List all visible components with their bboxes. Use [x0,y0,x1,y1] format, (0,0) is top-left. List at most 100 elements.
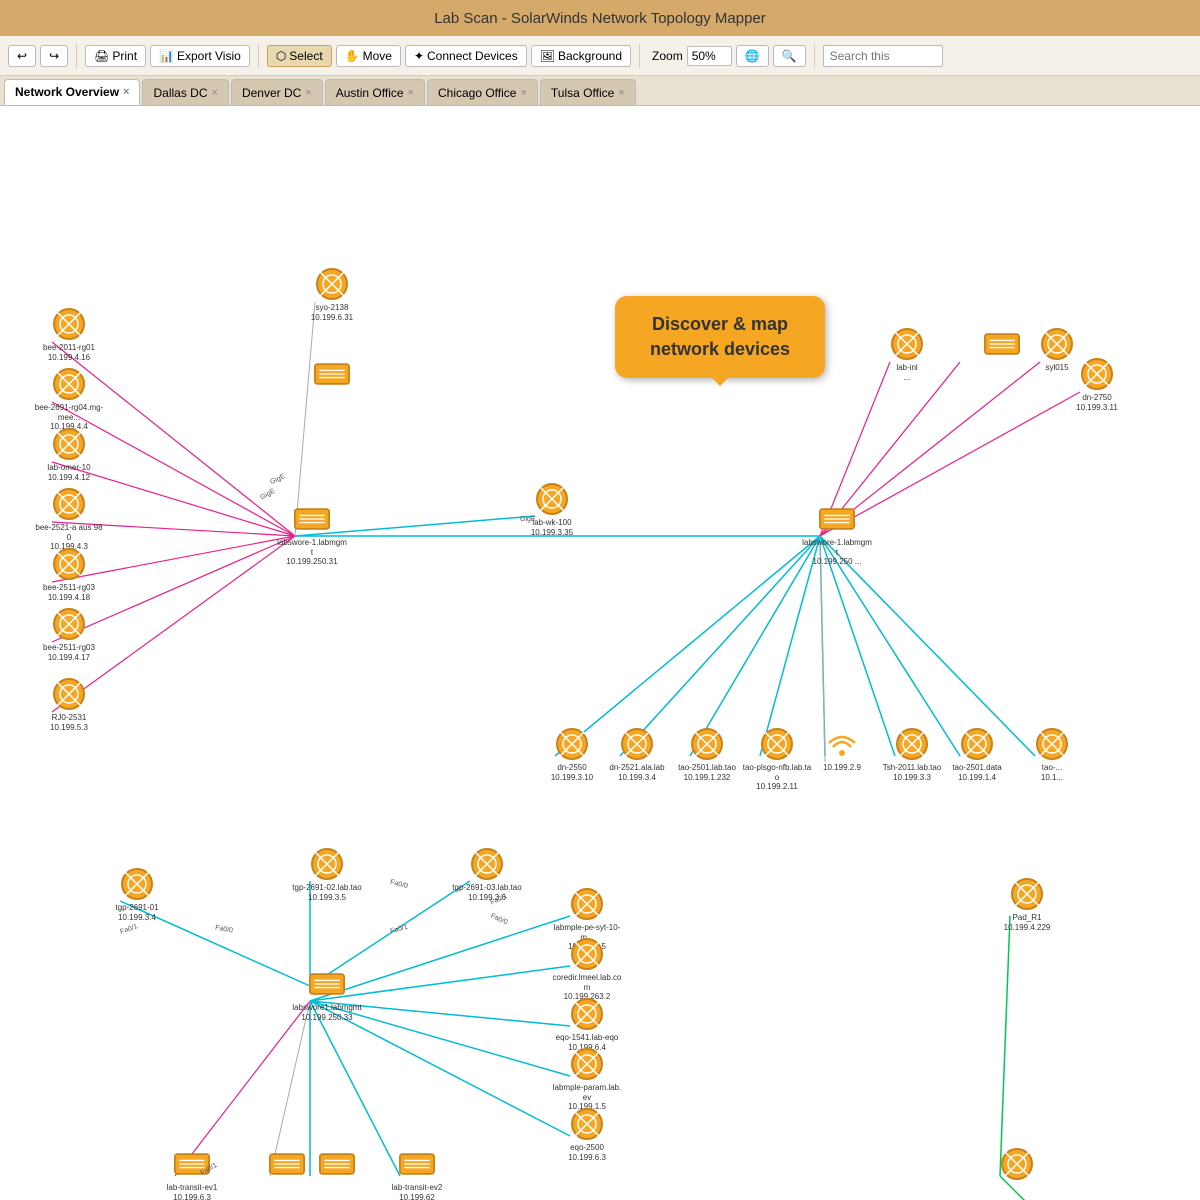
node-n15[interactable]: 10.199.2.9 [807,726,877,773]
node-lb5[interactable]: eqo-250010.199.6.3 [552,1106,622,1162]
node-n11[interactable]: dn-255010.199.3.10 [537,726,607,782]
tab-tulsa-office[interactable]: Tulsa Office × [540,79,636,105]
connect-button[interactable]: ✦ Connect Devices [405,45,527,67]
redo-icon: ↪ [49,49,59,63]
move-label: Move [363,49,392,63]
node-n8[interactable]: syo-213810.199.6.31 [297,266,367,322]
move-icon: ✋ [345,49,360,63]
node-label: labswore1.labmgmt10.199.250.33 [292,1003,361,1022]
node-tgp1[interactable]: tgp-2691-0110.199.3.4 [102,866,172,922]
connection-label: Fa0/1 [119,923,138,936]
print-label: Print [112,49,137,63]
background-button[interactable]: 🖼 Background [531,45,631,67]
zoom-search-button[interactable]: 🔍 [773,45,806,67]
node-bot5[interactable] [982,1146,1052,1182]
tab-close-icon[interactable]: × [408,87,414,99]
search-input[interactable] [823,45,943,67]
move-button[interactable]: ✋ Move [336,45,401,67]
tab-label: Austin Office [336,86,404,100]
connection-label: Fa0/0 [215,924,234,934]
node-label: bee-2011-rg0110.199.4.16 [43,343,95,362]
zoom-input[interactable] [687,46,732,66]
router-icon [51,606,87,642]
node-n16[interactable]: Tsh-2011.lab.tao10.199.3.3 [877,726,947,782]
wireless-icon [824,726,860,762]
node-hub1[interactable]: labswore-1.labmgmt10.199.250.31 [277,501,347,567]
node-bot1[interactable]: lab-transit-ev110.199.6.3 [157,1146,227,1200]
connect-icon: ✦ [414,49,424,63]
print-button[interactable]: 🖨 Print [85,45,146,67]
switch-icon [319,1146,355,1182]
zoom-globe-button[interactable]: 🌐 [736,45,769,67]
node-n18[interactable]: tao-...10.1... [1017,726,1087,782]
node-n10[interactable]: lab-wk-10010.199.3.35 [517,481,587,537]
node-label: tao-2501.data10.199.1.4 [952,763,1001,782]
node-n20[interactable] [967,326,1037,362]
tab-denver-dc[interactable]: Denver DC × [231,79,323,105]
node-n13[interactable]: tao-2501.lab.tao10.199.1.232 [672,726,742,782]
node-pad1[interactable]: Pad_R110.199.4.229 [992,876,1062,932]
router-icon [569,996,605,1032]
tab-label: Network Overview [15,85,119,99]
network-canvas[interactable]: Discover & mapnetwork devices bee-2011-r… [0,106,1200,1200]
node-n1[interactable]: bee-2011-rg0110.199.4.16 [34,306,104,362]
node-n17[interactable]: tao-2501.data10.199.1.4 [942,726,1012,782]
tab-close-icon[interactable]: × [520,87,526,99]
node-label: syo-213810.199.6.31 [311,303,353,322]
node-tgp3[interactable]: tgp-2691-03.lab.tao10.199.3.6 [452,846,522,902]
router-icon [51,676,87,712]
switch-icon [174,1146,210,1182]
node-n4[interactable]: bee-2521-a aus 98010.199.4.3 [34,486,104,552]
node-lb2[interactable]: coredir.lmeel.lab.com10.199.263.2 [552,936,622,1002]
node-n9[interactable] [297,356,367,392]
node-label: labswore-1.labmgmt10.199.250.31 [277,538,347,567]
node-n12[interactable]: dn-2521.ala.lab10.199.3.4 [602,726,672,782]
node-n14[interactable]: tao-plsgo-nfb.lab.tao10.199.2.11 [742,726,812,792]
node-tgp2[interactable]: tgp-2691-02.lab.tao10.199.3.5 [292,846,362,902]
router-icon [1079,356,1115,392]
print-icon: 🖨 [94,49,109,63]
node-lb3[interactable]: eqo-1541.lab-eqo10.199.6.4 [552,996,622,1052]
node-label: lab-transit-ev110.199.6.3 [167,1183,218,1200]
node-n21[interactable]: dn-275010.199.3.11 [1062,356,1132,412]
switch-icon [399,1146,435,1182]
node-n5[interactable]: bee-2511-rg0310.199.4.18 [34,546,104,602]
router-icon [51,426,87,462]
node-n3[interactable]: lab-omer-1010.199.4.12 [34,426,104,482]
node-hub3[interactable]: labswore1.labmgmt10.199.250.33 [292,966,362,1022]
tab-close-icon[interactable]: × [212,87,218,99]
router-icon [51,546,87,582]
node-label: bee-2511-rg0310.199.4.18 [43,583,95,602]
node-bot3[interactable]: lab-transit-ev210.199.62 [382,1146,452,1200]
tab-network-overview[interactable]: Network Overview × [4,79,140,105]
tab-label: Tulsa Office [551,86,614,100]
tab-dallas-dc[interactable]: Dallas DC× [142,79,228,105]
connection-label: Fa0/0 [389,879,408,890]
export-button[interactable]: 📊 Export Visio [150,45,250,67]
tab-label: Denver DC [242,86,301,100]
tab-close-icon[interactable]: × [305,87,311,99]
connect-label: Connect Devices [427,49,518,63]
node-n2[interactable]: bee-2691-rg04.mg-mee...10.199.4.4 [34,366,104,432]
zoom-label: Zoom [652,49,683,63]
toolbar: ↩ ↪ 🖨 Print 📊 Export Visio ⬡ Select ✋ Mo… [0,36,1200,76]
export-label: Export Visio [177,49,241,63]
tab-austin-office[interactable]: Austin Office × [325,79,425,105]
node-hub2[interactable]: labswore-1.labmgmt10.199.250 ... [802,501,872,567]
switch-icon [984,326,1020,362]
node-lb4[interactable]: labmple-param.lab.ev10.199.1.5 [552,1046,622,1112]
node-n22[interactable]: lab-inl... [872,326,942,382]
node-n7[interactable]: RJ0-253110.199.5.3 [34,676,104,732]
node-label: dn-255010.199.3.10 [551,763,593,782]
router-icon [51,306,87,342]
node-label: tgp-2691-02.lab.tao10.199.3.5 [292,883,361,902]
select-button[interactable]: ⬡ Select [267,45,332,67]
redo-button[interactable]: ↪ [40,45,68,67]
node-n6[interactable]: bee-2511-rg0310.199.4.17 [34,606,104,662]
tab-close-icon[interactable]: × [123,86,129,98]
undo-button[interactable]: ↩ [8,45,36,67]
tab-chicago-office[interactable]: Chicago Office× [427,79,538,105]
tab-close-icon[interactable]: × [618,87,624,99]
router-icon [759,726,795,762]
node-bot4[interactable] [302,1146,372,1182]
